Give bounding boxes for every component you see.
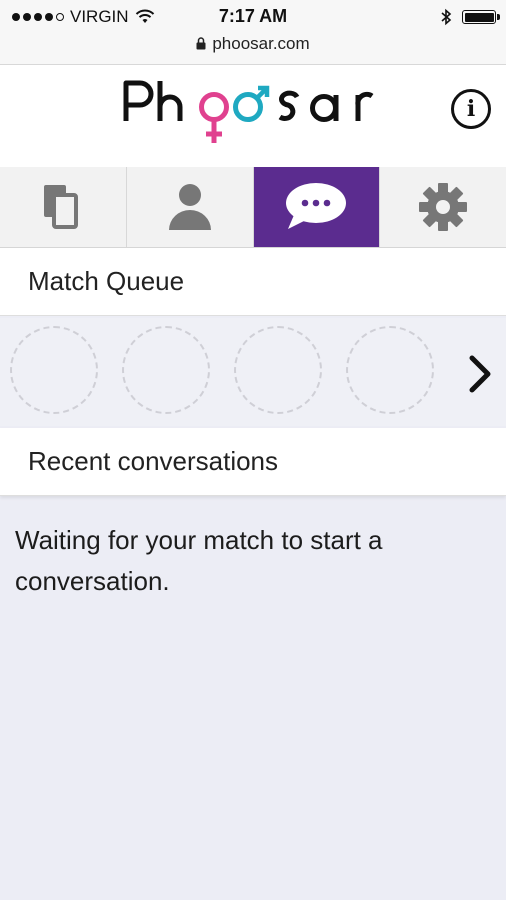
person-icon bbox=[168, 184, 211, 230]
url-bar[interactable]: phoosar.com bbox=[0, 34, 506, 54]
chat-bubble-icon bbox=[286, 183, 347, 229]
queue-slot[interactable] bbox=[122, 326, 210, 414]
browser-status-bar: VIRGIN 7:17 AM phoosar.com bbox=[0, 0, 506, 65]
tab-messages[interactable] bbox=[253, 167, 381, 247]
queue-slot[interactable] bbox=[234, 326, 322, 414]
clock: 7:17 AM bbox=[218, 6, 288, 26]
match-queue-header: Match Queue bbox=[0, 248, 506, 316]
recent-conversations-header: Recent conversations bbox=[0, 428, 506, 496]
chevron-right-icon[interactable] bbox=[466, 354, 494, 394]
match-queue bbox=[0, 318, 506, 426]
queue-slot[interactable] bbox=[10, 326, 98, 414]
url-text: phoosar.com bbox=[212, 34, 310, 53]
tab-profile[interactable] bbox=[127, 167, 254, 247]
phoosar-logo bbox=[123, 80, 374, 143]
queue-slot[interactable] bbox=[346, 326, 434, 414]
empty-state-message: Waiting for your match to start a conver… bbox=[15, 525, 383, 596]
tab-settings[interactable] bbox=[380, 167, 506, 247]
battery-icon bbox=[462, 10, 500, 24]
lock-icon bbox=[196, 37, 206, 50]
tab-bar bbox=[0, 167, 506, 248]
gear-icon bbox=[419, 183, 468, 231]
app-header: i bbox=[0, 65, 506, 168]
info-icon[interactable]: i bbox=[451, 89, 491, 129]
bluetooth-icon bbox=[441, 8, 452, 26]
cards-icon bbox=[43, 185, 78, 229]
tab-cards[interactable] bbox=[0, 167, 127, 247]
match-queue-title: Match Queue bbox=[28, 266, 185, 296]
status-icons bbox=[440, 6, 500, 28]
recent-conversations-title: Recent conversations bbox=[28, 446, 279, 476]
